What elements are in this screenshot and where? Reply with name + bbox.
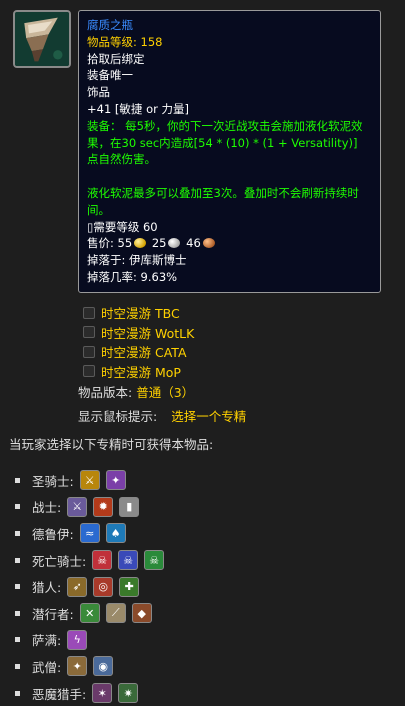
checkbox[interactable] (83, 365, 95, 378)
class-name: 德鲁伊: (32, 526, 74, 542)
warrior-fury-icon[interactable]: ✹ (93, 496, 114, 517)
hunter-marksmanship-icon[interactable]: ◎ (93, 576, 114, 597)
copper-amount: 46 (186, 236, 201, 251)
option-label: 时空漫游 MoP (101, 364, 181, 380)
class-row-paladin: 圣骑士: ⚔ ✦ (15, 467, 164, 494)
class-row-hunter: 猎人: ➶ ◎ ✚ (15, 573, 164, 600)
gold-amount: 55 (117, 236, 133, 251)
demonhunter-havoc-icon[interactable]: ✶ (92, 683, 113, 704)
rogue-assassination-icon[interactable]: ✕ (79, 603, 100, 624)
paladin-retribution-icon[interactable]: ⚔ (79, 470, 100, 491)
timewalking-mop-option[interactable]: 时空漫游 MoP (83, 362, 194, 382)
mouseover-label: 显示鼠标提示: (78, 409, 158, 424)
checkbox[interactable] (83, 306, 95, 319)
class-row-warrior: 战士: ⚔ ✹ ▮ (15, 494, 164, 521)
class-name: 圣骑士: (32, 473, 74, 489)
stack-note-line: 液化软泥最多可以叠加至3次。叠加时不会刷新持续时 (87, 185, 359, 200)
item-version-row: 物品版本: 普通（3） (78, 382, 194, 401)
class-row-druid: 德鲁伊: ≈ ♠ (15, 520, 164, 547)
putrid-vial-icon (15, 12, 69, 66)
slot-text: 饰品 (87, 85, 110, 100)
equip-effect-line: 果，在30 sec内造成[54 * (10) * (1 + Versatilit… (87, 135, 358, 150)
shaman-enhancement-icon[interactable]: ϟ (67, 629, 88, 650)
checkbox[interactable] (83, 326, 95, 339)
timewalking-tbc-option[interactable]: 时空漫游 TBC (83, 303, 194, 323)
mouseover-row: 显示鼠标提示: 选择一个专精 (78, 406, 246, 425)
demonhunter-vengeance-icon[interactable]: ✷ (118, 683, 139, 704)
bullet (15, 637, 20, 643)
bullet (15, 504, 20, 510)
item-version-label: 物品版本: (78, 385, 133, 400)
bullet (15, 690, 20, 696)
drop-rate: 掉落几率: 9.63% (87, 269, 178, 284)
equip-effect-line: 装备： 每5秒，你的下一次近战攻击会施加液化软泥效 (87, 118, 363, 133)
gold-coin-icon (134, 238, 147, 249)
stack-note-line: 间。 (87, 202, 110, 217)
class-name: 恶魔猎手: (32, 686, 87, 702)
monk-brewmaster-icon[interactable]: ◉ (93, 656, 114, 677)
obtain-title: 当玩家选择以下专精时可获得本物品: (9, 437, 214, 452)
paladin-protection-icon[interactable]: ✦ (105, 470, 126, 491)
class-name: 战士: (32, 500, 62, 516)
class-row-rogue: 潜行者: ✕ ⟋ ◆ (15, 600, 164, 627)
timewalking-options: 时空漫游 TBC 时空漫游 WotLK 时空漫游 CATA 时空漫游 MoP (83, 303, 194, 381)
silver-coin-icon (168, 238, 181, 249)
silver-amount: 25 (151, 236, 167, 251)
class-spec-list: 圣骑士: ⚔ ✦ 战士: ⚔ ✹ ▮ 德鲁伊: ≈ ♠ 死亡骑士: ☠ ☠ ☠ … (15, 467, 165, 706)
binding-text: 拾取后绑定 (87, 51, 145, 66)
sell-label: 售价: (87, 236, 114, 251)
hunter-survival-icon[interactable]: ✚ (119, 576, 140, 597)
equip-effect-line: 点自然伤害。 (87, 152, 156, 167)
item-name[interactable]: 腐质之瓶 (87, 17, 372, 34)
stat-text: +41 [敏捷 or 力量] (87, 101, 189, 116)
deathknight-blood-icon[interactable]: ☠ (92, 550, 113, 571)
deathknight-unholy-icon[interactable]: ☠ (144, 550, 165, 571)
dropped-by: 掉落于: 伊库斯博士 (87, 253, 187, 268)
bullet (15, 477, 20, 483)
deathknight-frost-icon[interactable]: ☠ (118, 550, 139, 571)
monk-windwalker-icon[interactable]: ✦ (67, 656, 88, 677)
class-name: 萨满: (32, 633, 62, 649)
bullet (15, 530, 20, 536)
timewalking-cata-option[interactable]: 时空漫游 CATA (83, 342, 194, 362)
bullet (15, 610, 20, 616)
option-label: 时空漫游 TBC (101, 306, 180, 322)
class-row-deathknight: 死亡骑士: ☠ ☠ ☠ (15, 547, 165, 574)
bullet (15, 663, 20, 669)
druid-guardian-icon[interactable]: ♠ (105, 523, 126, 544)
class-row-demonhunter: 恶魔猎手: ✶ ✷ (15, 680, 164, 706)
item-icon-putrid-vial[interactable] (13, 10, 71, 68)
warrior-protection-icon[interactable]: ▮ (119, 496, 140, 517)
druid-feral-icon[interactable]: ≈ (79, 523, 100, 544)
class-name: 武僧: (32, 659, 62, 675)
rogue-subtlety-icon[interactable]: ◆ (131, 603, 152, 624)
warrior-arms-icon[interactable]: ⚔ (67, 496, 88, 517)
checkbox[interactable] (83, 345, 95, 358)
bullet (15, 584, 20, 590)
required-level: ▯需要等级 60 (87, 219, 158, 234)
timewalking-wotlk-option[interactable]: 时空漫游 WotLK (83, 323, 194, 343)
class-name: 死亡骑士: (32, 553, 87, 569)
class-row-shaman: 萨满: ϟ (15, 627, 164, 654)
item-version-value[interactable]: 普通（3） (136, 385, 194, 400)
option-label: 时空漫游 CATA (101, 345, 187, 361)
option-label: 时空漫游 WotLK (101, 325, 195, 341)
class-name: 潜行者: (32, 606, 74, 622)
bullet (15, 557, 20, 563)
class-row-monk: 武僧: ✦ ◉ (15, 653, 164, 680)
unique-text: 装备唯一 (87, 68, 133, 83)
rogue-outlaw-icon[interactable]: ⟋ (105, 603, 126, 624)
select-spec-link[interactable]: 选择一个专精 (171, 409, 246, 424)
copper-coin-icon (202, 238, 215, 249)
sell-price: 售价: 55 25 46 (87, 235, 372, 252)
hunter-beastmastery-icon[interactable]: ➶ (67, 576, 88, 597)
item-tooltip: 腐质之瓶 物品等级: 158 拾取后绑定 装备唯一 饰品 +41 [敏捷 or … (78, 10, 381, 293)
class-name: 猎人: (32, 580, 62, 596)
item-level: 物品等级: 158 (87, 34, 163, 49)
